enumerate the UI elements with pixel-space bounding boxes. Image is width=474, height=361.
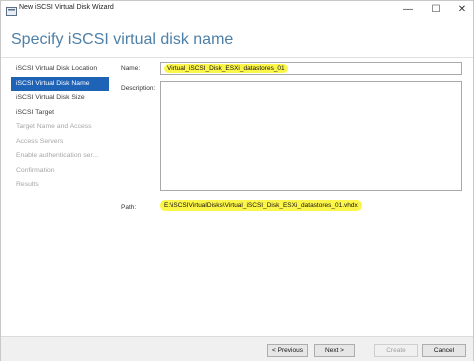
step-enable-authentication: Enable authentication ser...	[16, 152, 98, 159]
name-input-value: Virtual_iSCSI_Disk_ESXi_datastores_01	[164, 64, 288, 73]
wizard-window: New iSCSI Virtual Disk Wizard — ☐ ✕ Spec…	[0, 0, 474, 361]
header-divider	[1, 57, 473, 58]
path-value-text: E:\iSCSIVirtualDisks\Virtual_iSCSI_Disk_…	[160, 200, 362, 211]
previous-button[interactable]: < Previous	[267, 344, 308, 357]
step-virtual-disk-name[interactable]: iSCSI Virtual Disk Name	[11, 76, 109, 91]
cancel-button[interactable]: Cancel	[422, 344, 466, 357]
step-target-name-access: Target Name and Access	[16, 123, 92, 130]
path-value: E:\iSCSIVirtualDisks\Virtual_iSCSI_Disk_…	[160, 200, 362, 211]
step-access-servers: Access Servers	[16, 137, 64, 145]
wizard-app-icon	[6, 4, 17, 16]
step-virtual-disk-size[interactable]: iSCSI Virtual Disk Size	[11, 91, 109, 106]
minimize-icon[interactable]: —	[395, 1, 421, 17]
name-label: Name:	[121, 65, 141, 72]
step-virtual-disk-location[interactable]: iSCSI Virtual Disk Location	[11, 62, 109, 77]
step-iscsi-target[interactable]: iSCSI Target	[11, 106, 109, 121]
path-label: Path:	[121, 204, 137, 211]
next-button[interactable]: Next >	[314, 344, 355, 357]
step-results: Results	[16, 181, 39, 188]
window-title: New iSCSI Virtual Disk Wizard	[19, 4, 114, 11]
page-title: Specify iSCSI virtual disk name	[11, 31, 234, 48]
title-bar: New iSCSI Virtual Disk Wizard — ☐ ✕	[1, 1, 473, 17]
step-confirmation: Confirmation	[16, 166, 55, 174]
name-input[interactable]: Virtual_iSCSI_Disk_ESXi_datastores_01	[160, 62, 462, 75]
description-label: Description:	[121, 85, 156, 92]
close-icon[interactable]: ✕	[449, 1, 474, 17]
description-textarea[interactable]	[160, 81, 462, 191]
wizard-steps: iSCSI Virtual Disk Location iSCSI Virtua…	[11, 62, 109, 193]
create-button: Create	[374, 344, 418, 357]
maximize-icon[interactable]: ☐	[423, 1, 449, 17]
